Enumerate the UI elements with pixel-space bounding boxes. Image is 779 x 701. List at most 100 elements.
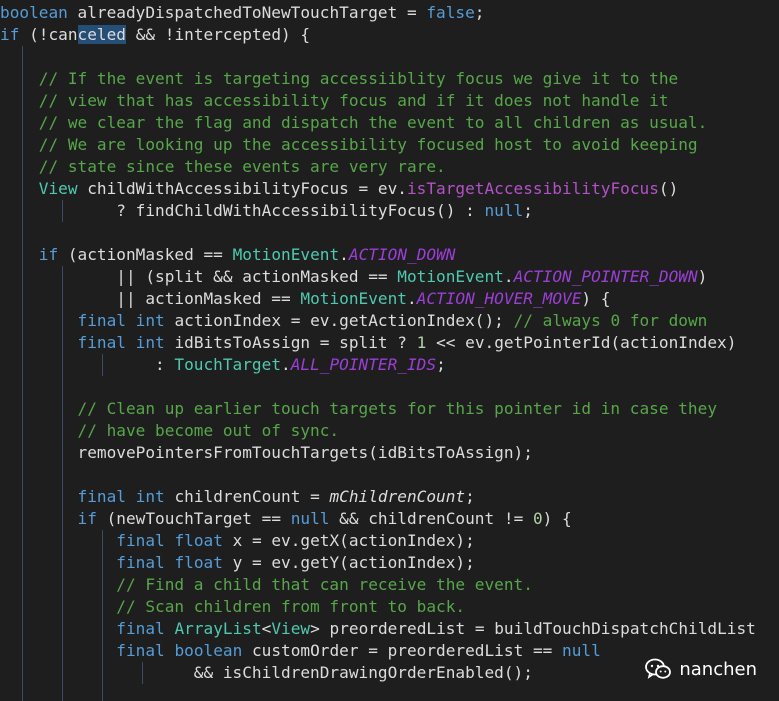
code-token: (actionMasked ==	[58, 245, 233, 264]
watermark: nanchen	[645, 655, 757, 683]
code-line[interactable]: boolean alreadyDispatchedToNewTouchTarge…	[0, 2, 485, 24]
code-token: > preorderedList = buildTouchDispatchChi…	[310, 619, 756, 638]
code-token: )	[697, 267, 708, 286]
code-token: childrenCount =	[164, 487, 330, 506]
code-token: boolean	[0, 3, 68, 22]
code-line[interactable]: // state since these events are very rar…	[0, 156, 446, 178]
code-token: View	[271, 619, 311, 638]
code-token: View	[38, 179, 78, 198]
code-token: final	[77, 487, 126, 506]
code-comment: // Find a child that can receive the eve…	[0, 575, 533, 594]
code-token: removePointersFromTouchTargets(idBitsToA…	[0, 443, 533, 462]
watermark-text: nanchen	[679, 658, 757, 680]
code-line[interactable]: final int idBitsToAssign = split ? 1 << …	[0, 332, 737, 354]
code-token: final	[77, 333, 126, 352]
code-token: ArrayList	[174, 619, 262, 638]
code-token: if	[38, 245, 59, 264]
code-token: ) {	[581, 289, 611, 308]
code-token: ;	[474, 3, 485, 22]
code-token: || (split && actionMasked ==	[0, 267, 398, 286]
code-comment: // state since these events are very rar…	[0, 157, 446, 176]
code-line[interactable]: && isChildrenDrawingOrderEnabled();	[0, 662, 533, 684]
code-comment: // view that has accessibility focus and…	[0, 91, 669, 110]
code-line[interactable]: // Find a child that can receive the eve…	[0, 574, 533, 596]
code-token: float	[174, 553, 223, 572]
code-token: boolean	[174, 641, 243, 660]
code-line[interactable]: final boolean customOrder = preorderedLi…	[0, 640, 601, 662]
code-token: :	[0, 355, 175, 374]
selected-text: celed	[77, 25, 126, 44]
code-line[interactable]: // If the event is targeting accessiibli…	[0, 68, 679, 90]
code-token: <	[261, 619, 272, 638]
code-token: mChildrenCount	[329, 487, 466, 506]
code-line[interactable]: : TouchTarget.ALL_POINTER_IDS;	[0, 354, 446, 376]
code-line[interactable]: final ArrayList<View> preorderedList = b…	[0, 618, 756, 640]
code-comment: // Clean up earlier touch targets for th…	[0, 399, 718, 418]
code-token: MotionEvent	[300, 289, 407, 308]
code-token: if	[0, 25, 20, 44]
code-line[interactable]: final int childrenCount = mChildrenCount…	[0, 486, 475, 508]
code-comment: // we clear the flag and dispatch the ev…	[0, 113, 708, 132]
code-token: customOrder = preorderedList ==	[242, 641, 563, 660]
code-token: ()	[658, 179, 679, 198]
code-line[interactable]: ? findChildWithAccessibilityFocus() : nu…	[0, 200, 533, 222]
code-line[interactable]: // We are looking up the accessibility f…	[0, 134, 698, 156]
code-token: ALL_POINTER_IDS	[290, 355, 437, 374]
code-token: TouchTarget	[174, 355, 282, 374]
code-line[interactable]: if (actionMasked == MotionEvent.ACTION_D…	[0, 244, 456, 266]
code-comment: // Scan children from front to back.	[0, 597, 466, 616]
code-editor[interactable]: boolean alreadyDispatchedToNewTouchTarge…	[0, 0, 779, 701]
code-token: MotionEvent	[397, 267, 504, 286]
code-token: idBitsToAssign = split ?	[164, 333, 417, 352]
code-token: ) {	[542, 509, 572, 528]
code-token: << ev.getPointerId(actionIndex)	[426, 333, 737, 352]
code-line[interactable]: if (newTouchTarget == null && childrenCo…	[0, 508, 572, 530]
code-token: can	[48, 25, 78, 44]
code-line[interactable]: // have become out of sync.	[0, 420, 340, 442]
code-token: && childrenCount !=	[329, 509, 533, 528]
code-comment: // If the event is targeting accessiibli…	[0, 69, 679, 88]
code-line[interactable]: View childWithAccessibilityFocus = ev.is…	[0, 178, 679, 200]
code-token: ;	[436, 355, 446, 374]
code-comment: // We are looking up the accessibility f…	[0, 135, 698, 154]
code-token: childWithAccessibilityFocus = ev.	[77, 179, 407, 198]
code-line[interactable]: final float x = ev.getX(actionIndex);	[0, 530, 475, 552]
code-line[interactable]: // Scan children from front to back.	[0, 596, 465, 618]
code-token: ;	[523, 201, 533, 220]
code-token: actionIndex = ev.getActionIndex();	[164, 311, 514, 330]
code-token: && isChildrenDrawingOrderEnabled();	[0, 663, 533, 682]
code-line[interactable]: // view that has accessibility focus and…	[0, 90, 669, 112]
code-line[interactable]: if (!canceled && !intercepted) {	[0, 24, 310, 46]
code-token: && !intercepted) {	[126, 25, 311, 44]
code-token: (!	[19, 25, 49, 44]
code-line[interactable]: || actionMasked == MotionEvent.ACTION_HO…	[0, 288, 610, 310]
code-line[interactable]: final int actionIndex = ev.getActionInde…	[0, 310, 708, 332]
code-token: final	[116, 553, 165, 572]
code-token: .	[339, 245, 349, 264]
code-token: y = ev.getY(actionIndex);	[222, 553, 475, 572]
code-comment: // always 0 for down	[513, 311, 708, 330]
code-line[interactable]: // Clean up earlier touch targets for th…	[0, 398, 718, 420]
code-line[interactable]: || (split && actionMasked == MotionEvent…	[0, 266, 707, 288]
code-token: ? findChildWithAccessibilityFocus() :	[0, 201, 485, 220]
code-token: 1	[416, 333, 427, 352]
code-line[interactable]: removePointersFromTouchTargets(idBitsToA…	[0, 442, 533, 464]
code-line[interactable]: final float y = ev.getY(actionIndex);	[0, 552, 475, 574]
code-line[interactable]: // we clear the flag and dispatch the ev…	[0, 112, 708, 134]
code-token: isTargetAccessibilityFocus	[406, 179, 659, 198]
code-token: null	[484, 201, 524, 220]
code-token: || actionMasked ==	[0, 289, 301, 308]
